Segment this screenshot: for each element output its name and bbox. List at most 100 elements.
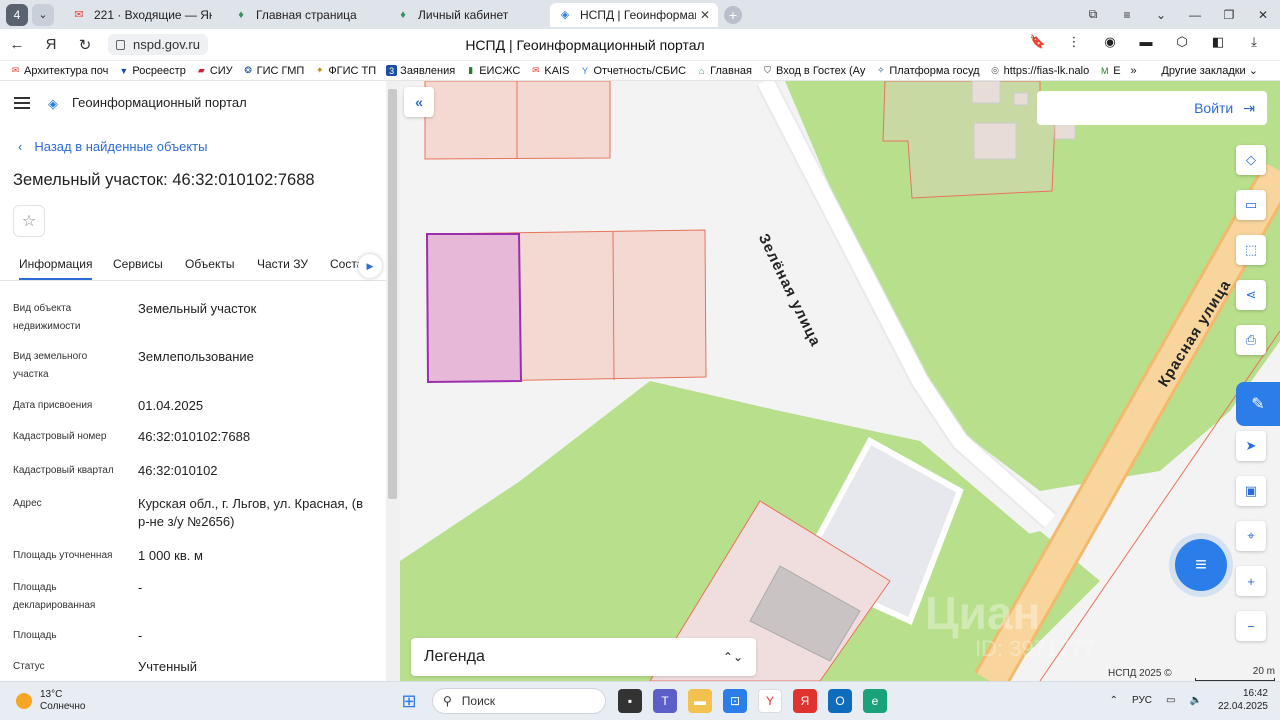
- browser-tab-active[interactable]: ◈ НСПД | Геоинформационн ✕: [550, 2, 718, 27]
- bookmark-item[interactable]: ▮ ЕИСЖС: [465, 65, 520, 77]
- network-icon[interactable]: ▭: [1166, 695, 1175, 706]
- share-icon[interactable]: ⋖: [1236, 280, 1266, 310]
- store-icon[interactable]: ⊡: [723, 689, 747, 713]
- bookmark-item[interactable]: ✦ ФГИС ТП: [314, 65, 376, 77]
- mail-icon: M: [1100, 65, 1109, 76]
- more-icon[interactable]: ⋮: [1056, 34, 1092, 50]
- notifications-icon[interactable]: ≡: [1110, 8, 1144, 22]
- zoom-in-icon[interactable]: +: [1236, 566, 1266, 596]
- task-view-icon[interactable]: ▪: [618, 689, 642, 713]
- scrollbar-thumb[interactable]: [388, 89, 397, 499]
- windows-start-icon[interactable]: ⊞: [397, 689, 421, 713]
- extension-icon[interactable]: ⬡: [1164, 34, 1200, 50]
- clock[interactable]: 16:42 22.04.2025: [1218, 687, 1268, 713]
- close-tab-icon[interactable]: ✕: [700, 8, 710, 22]
- teams-icon[interactable]: T: [653, 689, 677, 713]
- search-icon: ⚲: [443, 694, 452, 708]
- layers-icon[interactable]: ◇: [1236, 145, 1266, 175]
- browser-tab[interactable]: ♦ Главная страница: [226, 3, 382, 27]
- tab-list-chevron-icon[interactable]: ⌄: [32, 3, 54, 26]
- folder-icon[interactable]: ▬: [688, 689, 712, 713]
- nspd-logo-icon: ◈: [48, 95, 58, 111]
- tab-info[interactable]: Информация: [19, 257, 93, 280]
- chart-icon: ▮: [468, 65, 474, 75]
- chat-icon[interactable]: ≡: [1175, 539, 1227, 591]
- volume-icon[interactable]: 🔈: [1189, 695, 1201, 706]
- new-tab-button[interactable]: +: [724, 5, 742, 24]
- bookmarks-more[interactable]: »: [1131, 65, 1137, 77]
- ruler-icon[interactable]: ▭: [1236, 190, 1266, 220]
- bookmark-item[interactable]: ▼ Росреестр: [118, 65, 185, 77]
- minimize-icon[interactable]: —: [1178, 8, 1212, 22]
- legend-panel[interactable]: Легенда ⌃⌄: [411, 638, 756, 676]
- doc-icon: 3: [386, 65, 398, 76]
- watermark-id: ID: 3971777: [975, 636, 1095, 661]
- print-icon[interactable]: ⎙: [1236, 325, 1266, 355]
- back-to-results-link[interactable]: ‹ Назад в найденные объекты: [18, 139, 207, 154]
- edge-icon[interactable]: e: [863, 689, 887, 713]
- taskbar: 13°C Солнечно ⊞ ⚲ Поиск ▪ T ▬ ⊡ Y Я O e …: [0, 681, 1280, 720]
- sun-icon: [16, 693, 32, 709]
- info-tabs: Информация Сервисы Объекты Части ЗУ Сост…: [0, 251, 386, 281]
- downloads-icon[interactable]: ⤓: [1236, 34, 1272, 50]
- menu-icon[interactable]: [14, 96, 30, 109]
- tab-counter[interactable]: 4: [6, 3, 28, 26]
- bookmark-item[interactable]: ✧ Платформа госуд: [875, 65, 979, 77]
- sidebar-scrollbar[interactable]: [386, 81, 400, 681]
- bookmark-item[interactable]: 3 Заявления: [386, 65, 455, 77]
- tab-parts[interactable]: Части ЗУ: [257, 257, 308, 271]
- bookmark-item[interactable]: ⛉ Вход в Гостех (Ау: [762, 65, 865, 77]
- taskbar-search[interactable]: ⚲ Поиск: [432, 688, 606, 714]
- language-indicator[interactable]: РУС: [1132, 695, 1152, 706]
- restore-icon[interactable]: ❐: [1212, 8, 1246, 22]
- minimap-icon[interactable]: ▣: [1236, 476, 1266, 506]
- select-area-icon[interactable]: ⬚: [1236, 235, 1266, 265]
- tray-expand-icon[interactable]: ⌃: [1110, 695, 1118, 706]
- bookmark-item[interactable]: MЕ: [1099, 65, 1121, 77]
- window-controls: ⧉ ≡ ⌄ — ❐ ✕: [1076, 0, 1280, 29]
- bookmark-item[interactable]: ✉ Архитектура поч: [10, 65, 109, 77]
- map-view[interactable]: Зелёная улица Красная улица Циан ID: 397…: [400, 81, 1280, 681]
- weather-widget[interactable]: 13°C Солнечно: [16, 689, 85, 713]
- map-canvas[interactable]: [400, 81, 1280, 681]
- extension-icon[interactable]: ◧: [1200, 34, 1236, 50]
- tax-icon: ♦: [400, 8, 406, 21]
- bookmark-item[interactable]: ❂ ГИС ГМП: [243, 65, 304, 77]
- yandex-icon[interactable]: Я: [793, 689, 817, 713]
- collapse-panel-button[interactable]: «: [404, 87, 434, 117]
- other-bookmarks[interactable]: Другие закладки ⌄: [1161, 64, 1258, 77]
- assistant-icon[interactable]: ✎: [1236, 382, 1280, 426]
- bookmark-item[interactable]: ◎ https://fias-lk.nalo: [990, 65, 1089, 77]
- system-tray: ⌃ РУС ▭ 🔈 16:42 22.04.2025: [1096, 687, 1268, 713]
- temperature: 13°C: [40, 689, 63, 700]
- bookmark-item[interactable]: ⌂ Главная: [696, 65, 752, 77]
- bookmark-item[interactable]: ✉ KAIS: [530, 65, 569, 77]
- navigate-icon[interactable]: ➤: [1236, 431, 1266, 461]
- browser-tab[interactable]: ♦ Личный кабинет: [388, 3, 544, 27]
- extension-icon[interactable]: ▬: [1128, 34, 1164, 50]
- extension-icon[interactable]: ◉: [1092, 34, 1128, 50]
- tab-services[interactable]: Сервисы: [113, 257, 163, 271]
- tab-label: НСПД | Геоинформационн: [580, 7, 696, 22]
- home-icon: ⌂: [698, 65, 705, 76]
- favorite-star-icon[interactable]: ☆: [13, 205, 45, 237]
- expand-icon[interactable]: ⌃⌄: [723, 650, 743, 664]
- collections-icon[interactable]: ⧉: [1076, 7, 1110, 22]
- yandex-browser-icon[interactable]: Y: [758, 689, 782, 713]
- object-title: Земельный участок: 46:32:010102:7688: [13, 171, 315, 189]
- bookmark-item[interactable]: ▰ СИУ: [196, 65, 233, 77]
- minimize-chevron-icon[interactable]: ⌄: [1144, 8, 1178, 22]
- bookmark-icon[interactable]: 🔖: [1020, 34, 1056, 50]
- zoom-out-icon[interactable]: −: [1236, 611, 1266, 641]
- outlook-icon[interactable]: O: [828, 689, 852, 713]
- tab-objects[interactable]: Объекты: [185, 257, 235, 271]
- locate-icon[interactable]: ⌖: [1236, 521, 1266, 551]
- close-window-icon[interactable]: ✕: [1246, 8, 1280, 22]
- tabs-scroll-right-icon[interactable]: ▶: [358, 254, 382, 278]
- object-info-panel: ◈ Геоинформационный портал ‹ Назад в най…: [0, 81, 386, 681]
- flag-icon: ▰: [197, 65, 205, 75]
- weather-text: Солнечно: [40, 701, 86, 712]
- browser-tab[interactable]: ✉ 221 · Входящие — Яндекс: [64, 3, 220, 27]
- bookmark-item[interactable]: Y Отчетность/СБИС: [579, 65, 686, 77]
- login-button[interactable]: Войти ⇥: [1037, 91, 1267, 125]
